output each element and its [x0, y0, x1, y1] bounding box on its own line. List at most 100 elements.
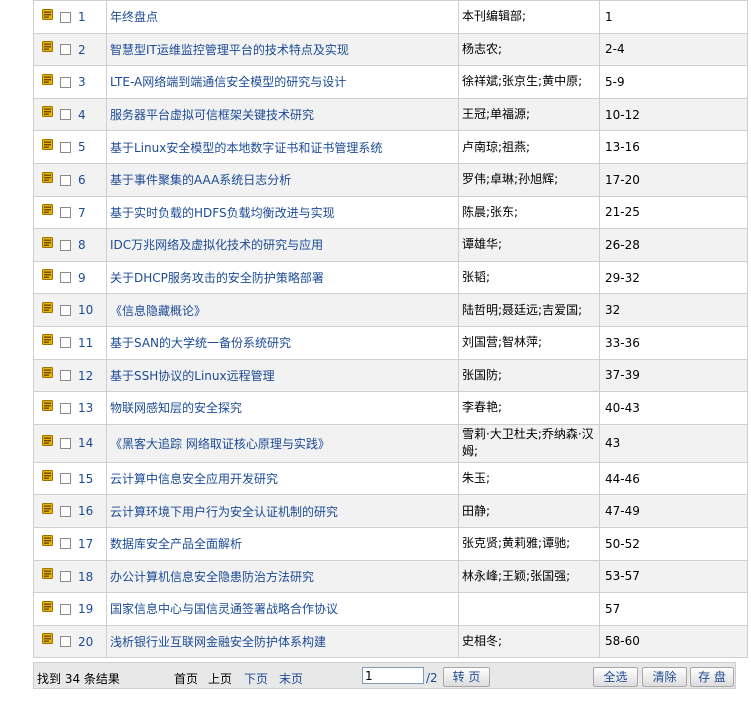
- article-title-link[interactable]: 《黑客大追踪 网络取证核心原理与实践》: [110, 437, 330, 451]
- article-title-link[interactable]: 云计算环境下用户行为安全认证机制的研究: [110, 505, 338, 519]
- article-pages: 5-9: [605, 74, 625, 89]
- article-title-link[interactable]: IDC万兆网络及虚拟化技术的研究与应用: [110, 238, 323, 252]
- pages-cell: 13-16: [599, 130, 748, 164]
- article-authors: 本刊编辑部;: [462, 9, 527, 24]
- row-number: 18: [78, 569, 94, 584]
- article-title-link[interactable]: 数据库安全产品全面解析: [110, 537, 242, 551]
- database-icon[interactable]: [42, 470, 53, 482]
- result-row: 11 基于SAN的大学统一备份系统研究 刘国营;智林萍; 33-36: [33, 325, 748, 360]
- database-icon[interactable]: [42, 399, 53, 411]
- database-icon[interactable]: [42, 73, 53, 85]
- row-select-checkbox[interactable]: [60, 636, 71, 648]
- database-icon[interactable]: [42, 633, 53, 645]
- row-select-checkbox[interactable]: [60, 402, 71, 414]
- database-icon[interactable]: [42, 269, 53, 281]
- row-select-checkbox[interactable]: [60, 437, 71, 449]
- row-index-cell: 9: [33, 260, 107, 295]
- article-title-link[interactable]: 基于SSH协议的Linux远程管理: [110, 369, 275, 383]
- article-title-link[interactable]: 云计算中信息安全应用开发研究: [110, 472, 278, 486]
- title-cell: 浅析银行业互联网金融安全防护体系构建: [106, 624, 459, 659]
- last-page-link[interactable]: 末页: [279, 670, 303, 687]
- row-select-checkbox[interactable]: [60, 272, 71, 284]
- article-title-link[interactable]: 办公计算机信息安全隐患防治方法研究: [110, 570, 314, 584]
- row-select-checkbox[interactable]: [60, 473, 71, 485]
- author-cell: 李春艳;: [458, 391, 600, 425]
- database-icon[interactable]: [42, 41, 53, 53]
- save-button[interactable]: 存 盘: [690, 667, 734, 687]
- select-all-button[interactable]: 全选: [593, 667, 638, 687]
- database-icon[interactable]: [42, 301, 53, 313]
- row-select-checkbox[interactable]: [60, 76, 71, 88]
- article-title-link[interactable]: 物联网感知层的安全探究: [110, 401, 242, 415]
- database-icon[interactable]: [42, 434, 53, 446]
- article-title-link[interactable]: LTE-A网络端到端通信安全模型的研究与设计: [110, 75, 346, 89]
- database-icon[interactable]: [42, 236, 53, 248]
- database-icon[interactable]: [42, 138, 53, 150]
- article-title-link[interactable]: 服务器平台虚拟可信框架关键技术研究: [110, 108, 314, 122]
- article-title-link[interactable]: 基于SAN的大学统一备份系统研究: [110, 336, 291, 350]
- result-row: 7 基于实时负载的HDFS负载均衡改进与实现 陈晨;张东; 21-25: [33, 195, 748, 230]
- title-cell: 基于Linux安全模型的本地数字证书和证书管理系统: [106, 130, 459, 164]
- row-select-checkbox[interactable]: [60, 337, 71, 349]
- author-cell: 罗伟;卓琳;孙旭辉;: [458, 162, 600, 197]
- pages-cell: 44-46: [599, 461, 748, 496]
- article-title-link[interactable]: 国家信息中心与国信灵通签署战略合作协议: [110, 602, 338, 616]
- result-row: 2 智慧型IT运维监控管理平台的技术特点及实现 杨志农; 2-4: [33, 32, 748, 67]
- clear-button[interactable]: 清除: [642, 667, 687, 687]
- database-icon[interactable]: [42, 367, 53, 379]
- row-select-checkbox[interactable]: [60, 370, 71, 382]
- row-select-checkbox[interactable]: [60, 11, 71, 23]
- result-row: 4 服务器平台虚拟可信框架关键技术研究 王冠;单福源; 10-12: [33, 97, 748, 132]
- page-number-input[interactable]: [362, 667, 424, 684]
- go-to-page-button[interactable]: 转 页: [443, 667, 490, 687]
- article-title-link[interactable]: 智慧型IT运维监控管理平台的技术特点及实现: [110, 43, 349, 57]
- row-number: 14: [78, 436, 94, 451]
- row-select-checkbox[interactable]: [60, 571, 71, 583]
- article-pages: 40-43: [605, 400, 640, 415]
- article-pages: 2-4: [605, 42, 625, 57]
- database-icon[interactable]: [42, 8, 53, 20]
- database-icon[interactable]: [42, 502, 53, 514]
- row-index-cell: 8: [33, 228, 107, 262]
- pages-cell: 32: [599, 293, 748, 327]
- database-icon[interactable]: [42, 535, 53, 547]
- row-select-checkbox[interactable]: [60, 44, 71, 56]
- database-icon[interactable]: [42, 171, 53, 183]
- row-select-checkbox[interactable]: [60, 603, 71, 615]
- database-icon[interactable]: [42, 204, 53, 216]
- article-title-link[interactable]: 关于DHCP服务攻击的安全防护策略部署: [110, 271, 324, 285]
- article-title-link[interactable]: 基于Linux安全模型的本地数字证书和证书管理系统: [110, 141, 382, 155]
- database-icon[interactable]: [42, 334, 53, 346]
- article-authors: 张国防;: [462, 367, 503, 382]
- row-index-cell: 20: [33, 624, 107, 659]
- row-number: 12: [78, 368, 94, 383]
- article-title-link[interactable]: 年终盘点: [110, 10, 158, 24]
- article-pages: 26-28: [605, 237, 640, 252]
- pages-cell: 57: [599, 592, 748, 626]
- database-icon[interactable]: [42, 600, 53, 612]
- row-select-checkbox[interactable]: [60, 207, 71, 219]
- pages-cell: 33-36: [599, 325, 748, 360]
- article-title-link[interactable]: 基于事件聚集的AAA系统日志分析: [110, 173, 291, 187]
- title-cell: 云计算中信息安全应用开发研究: [106, 461, 459, 496]
- row-select-checkbox[interactable]: [60, 505, 71, 517]
- row-select-checkbox[interactable]: [60, 141, 71, 153]
- row-select-checkbox[interactable]: [60, 304, 71, 316]
- row-select-checkbox[interactable]: [60, 109, 71, 121]
- article-title-link[interactable]: 基于实时负载的HDFS负载均衡改进与实现: [110, 206, 335, 220]
- article-title-link[interactable]: 浅析银行业互联网金融安全防护体系构建: [110, 635, 326, 649]
- database-icon[interactable]: [42, 106, 53, 118]
- pages-cell: 53-57: [599, 559, 748, 594]
- database-icon[interactable]: [42, 568, 53, 580]
- author-cell: 陆哲明;聂廷远;吉爱国;: [458, 293, 600, 327]
- article-pages: 32: [605, 303, 621, 318]
- author-cell: 谭雄华;: [458, 228, 600, 262]
- row-index-cell: 16: [33, 494, 107, 528]
- next-page-link[interactable]: 下页: [244, 670, 268, 687]
- row-select-checkbox[interactable]: [60, 538, 71, 550]
- row-number: 1: [78, 10, 86, 25]
- row-select-checkbox[interactable]: [60, 174, 71, 186]
- row-select-checkbox[interactable]: [60, 239, 71, 251]
- article-title-link[interactable]: 《信息隐藏概论》: [110, 304, 206, 318]
- row-number: 19: [78, 602, 94, 617]
